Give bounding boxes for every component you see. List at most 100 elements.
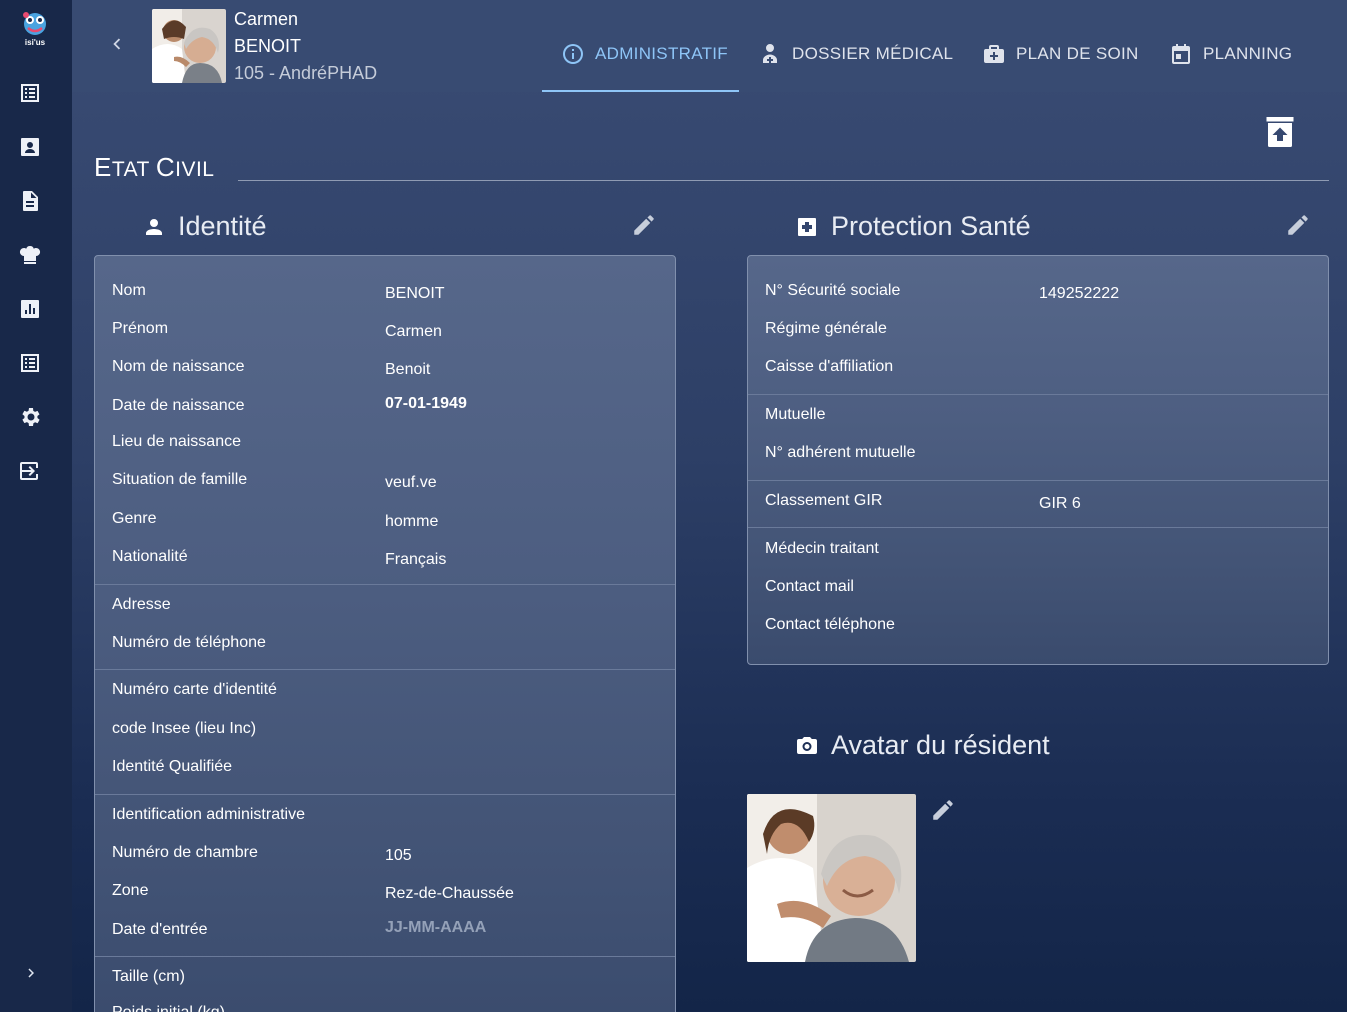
identite-row: Nationalité Français [95, 548, 675, 578]
logout-icon[interactable] [18, 459, 42, 483]
title-initial: E [94, 152, 112, 182]
doctor-icon [763, 44, 777, 63]
identite-title: Identité [178, 211, 267, 241]
identite-row: Date d'entrée JJ-MM-AAAA [95, 919, 675, 951]
app-logo[interactable]: isi'us [18, 10, 52, 48]
info-icon [563, 44, 583, 64]
identite-row: Genre homme [95, 510, 675, 540]
section-divider [95, 794, 675, 795]
field-label: Identité Qualifiée [112, 758, 233, 775]
tab-plan-de-soin[interactable]: PLAN DE SOIN [982, 36, 1139, 72]
field-value: Français [385, 551, 447, 568]
identite-row: Date de naissance 07-01-1949 [95, 395, 675, 427]
gear-icon[interactable] [18, 405, 42, 429]
edit-protection-pencil-icon[interactable] [1285, 212, 1311, 238]
person-icon [146, 218, 162, 235]
section-divider [95, 669, 675, 670]
field-value: homme [385, 513, 439, 530]
field-value: GIR 6 [1039, 495, 1081, 512]
field-label: Prénom [112, 320, 169, 337]
section-divider [95, 584, 675, 585]
title-rest: IVIL [175, 158, 215, 181]
field-value: Rez-de-Chaussée [385, 885, 514, 902]
field-label: N° adhérent mutuelle [765, 444, 916, 461]
field-label: Nationalité [112, 548, 188, 565]
protection-row: Caisse d'affiliation [748, 358, 1328, 388]
tab-planning[interactable]: PLANNING [1169, 36, 1292, 72]
field-label: Mutuelle [765, 406, 826, 423]
contact-card-icon[interactable] [18, 135, 42, 159]
field-label: Numéro carte d'identité [112, 681, 277, 698]
protection-row: N° Sécurité sociale 149252222 [748, 282, 1328, 312]
tab-label: PLANNING [1203, 44, 1293, 63]
field-label: Numéro de chambre [112, 844, 258, 861]
section-title-etat-civil: ETAT CIVIL [94, 152, 214, 183]
field-label: Régime générale [765, 320, 887, 337]
protection-row: Contact téléphone [748, 616, 1328, 646]
identite-row: code Insee (lieu Inc) [95, 720, 675, 750]
field-label: Numéro de téléphone [112, 634, 266, 651]
resident-header: Carmen BENOIT 105 - AndréPHAD ADMINISTRA… [72, 0, 1347, 92]
field-label: Nom de naissance [112, 358, 245, 375]
chef-hat-icon[interactable] [18, 243, 42, 267]
field-label: Adresse [112, 596, 171, 613]
field-label: Classement GIR [765, 492, 883, 509]
protection-sante-heading: Protection Santé [795, 211, 1031, 242]
protection-row: Contact mail [748, 578, 1328, 608]
identite-row: Numéro de chambre 105 [95, 844, 675, 874]
tab-label: PLAN DE SOIN [1016, 44, 1139, 63]
identite-row: Identité Qualifiée [95, 758, 675, 788]
tab-label: DOSSIER MÉDICAL [792, 44, 954, 63]
identite-row: Poids initial (kg) [95, 1004, 675, 1012]
checklist-icon[interactable] [18, 351, 42, 375]
identite-row: Nom de naissance Benoit [95, 358, 675, 388]
field-value: BENOIT [385, 285, 445, 302]
sidebar: isi'us [0, 0, 72, 1012]
logo-mascot-icon [23, 12, 46, 35]
identite-heading: Identité [142, 211, 267, 242]
archive-upload-icon[interactable] [1262, 114, 1298, 150]
field-label: Date de naissance [112, 397, 245, 414]
field-label: Lieu de naissance [112, 433, 241, 450]
field-label: Médecin traitant [765, 540, 879, 557]
field-label: Nom [112, 282, 146, 299]
camera-icon [797, 736, 817, 754]
protection-row: Mutuelle [748, 406, 1328, 436]
title-rest: TAT [111, 158, 156, 181]
list-icon[interactable] [18, 81, 42, 105]
identite-row: Zone Rez-de-Chaussée [95, 882, 675, 912]
field-value: Benoit [385, 361, 431, 378]
section-divider [748, 480, 1328, 481]
identite-row: Situation de famille veuf.ve [95, 471, 675, 501]
avatar-heading: Avatar du résident [795, 730, 1050, 761]
identite-row: Identification administrative [95, 806, 675, 836]
expand-sidebar-icon[interactable] [22, 962, 40, 984]
field-label: Genre [112, 510, 157, 527]
field-label: N° Sécurité sociale [765, 282, 901, 299]
field-value: 149252222 [1039, 285, 1120, 302]
field-label: Situation de famille [112, 471, 248, 488]
resident-last-name: BENOIT [234, 36, 302, 56]
medical-bag-icon [984, 45, 1004, 63]
avatar-title: Avatar du résident [831, 730, 1050, 760]
bar-chart-icon[interactable] [18, 297, 42, 321]
document-icon[interactable] [18, 189, 42, 213]
field-label: Taille (cm) [112, 968, 185, 985]
medical-cross-icon [798, 217, 816, 236]
field-value: Carmen [385, 323, 442, 340]
tab-administratif[interactable]: ADMINISTRATIF [561, 36, 728, 72]
resident-avatar-photo [747, 794, 916, 962]
section-divider [748, 527, 1328, 528]
edit-identite-pencil-icon[interactable] [631, 212, 657, 238]
field-label: Date d'entrée [112, 921, 208, 938]
section-divider [748, 394, 1328, 395]
resident-avatar-thumbnail [152, 9, 226, 83]
back-chevron-icon[interactable] [106, 32, 128, 56]
protection-row: Classement GIR GIR 6 [748, 492, 1328, 522]
date-entree-placeholder[interactable]: JJ-MM-AAAA [385, 919, 486, 937]
identite-card: Nom BENOIT Prénom Carmen Nom de naissance B… [94, 255, 676, 1012]
tab-dossier-medical[interactable]: DOSSIER MÉDICAL [758, 36, 953, 72]
identite-row: Nom BENOIT [95, 282, 675, 312]
field-value: 07-01-1949 [385, 395, 467, 412]
edit-avatar-pencil-icon[interactable] [930, 797, 956, 823]
